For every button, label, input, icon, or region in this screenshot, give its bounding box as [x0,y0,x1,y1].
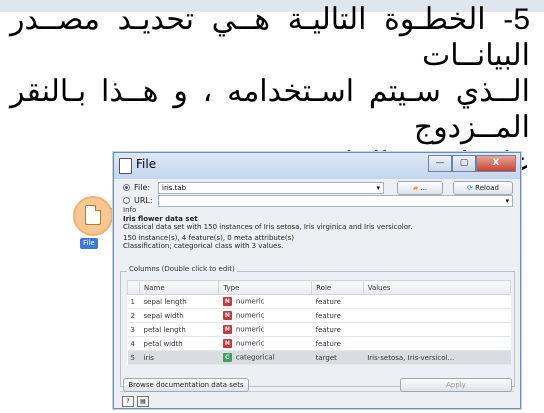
file-label: File: [134,183,151,192]
reload-button[interactable]: ⟳ Reload [453,181,513,195]
heading-line-1: 5- الخطـوة التاليـة هــي تحديـد مصــدر ا… [10,3,530,72]
table-row[interactable]: 5 iris Ccategorical target Iris-setosa, Iris… [127,350,511,365]
browse-documentation-button[interactable]: Browse documentation data sets [123,378,249,392]
maximize-button[interactable]: ▢ [452,155,476,172]
file-path-combo[interactable]: iris.tab ▾ [158,182,384,194]
column-values[interactable]: Iris-setosa, Iris-versicol... [363,350,511,365]
column-type-label: categorical [235,353,275,362]
column-name[interactable]: petal width [139,336,219,351]
file-app-icon [119,158,132,174]
dataset-stats: 150 instance(s), 4 feature(s), 0 meta at… [123,234,295,242]
file-path-value: iris.tab [162,184,187,192]
reload-icon: ⟳ [467,184,473,192]
table-row[interactable]: 3 petal length Nnumeric feature [127,322,511,337]
dataset-description: Classical data set with 150 instances of… [123,223,413,231]
dataset-class: Classification; categorical class with 3… [123,242,284,250]
numeric-type-icon: N [222,297,232,306]
column-header-role[interactable]: Role [311,280,364,295]
file-radio[interactable] [123,184,130,191]
columns-table: Name Type Role Values 1 sepal length Nnume… [127,280,512,365]
row-index: 1 [127,294,140,309]
file-widget-node[interactable] [73,196,113,236]
column-name[interactable]: sepal width [139,308,219,323]
folder-icon: ▰ [412,184,419,192]
row-index: 2 [127,308,140,323]
column-name[interactable]: iris [139,350,219,365]
chevron-down-icon: ▾ [376,184,380,192]
column-header-values[interactable]: Values [362,280,512,295]
column-values[interactable] [363,322,511,337]
column-role[interactable]: feature [311,322,364,337]
numeric-type-icon: N [222,311,232,320]
url-label: URL: [134,196,153,205]
column-header-index [127,280,140,295]
minimize-button[interactable]: — [428,155,452,172]
column-type[interactable]: Nnumeric [218,336,312,351]
help-icon[interactable]: ? [122,396,134,407]
row-index: 5 [127,350,140,365]
column-type-label: numeric [235,311,265,320]
apply-button[interactable]: Apply [400,378,512,392]
url-radio[interactable] [123,197,130,204]
heading-line-2: الــذي سـيتم اسـتخدامه ، و هــذا بـالنقر… [10,75,530,144]
status-bar: ? ▤ [122,396,149,407]
report-icon[interactable]: ▤ [137,396,149,407]
column-name[interactable]: petal length [139,322,219,337]
info-panel: Iris flower data set Classical data set … [123,215,513,250]
browse-file-button[interactable]: ▰ ... [397,181,443,195]
info-legend: Info [123,206,137,214]
column-role[interactable]: feature [311,294,364,309]
column-values[interactable] [363,308,511,323]
titlebar: File — ▢ X [114,153,520,179]
column-type-label: numeric [235,325,265,334]
column-header-name[interactable]: Name [138,280,220,295]
column-role[interactable]: target [311,350,364,365]
column-type-label: numeric [235,297,265,306]
file-icon [85,205,101,225]
column-name[interactable]: sepal length [139,294,219,309]
chevron-down-icon: ▾ [505,197,509,205]
column-role[interactable]: feature [311,308,364,323]
file-dialog: File — ▢ X File: iris.tab ▾ ▰ ... ⟳ Relo… [113,152,521,409]
column-role[interactable]: feature [311,336,364,351]
close-button[interactable]: X [476,155,516,172]
column-values[interactable] [363,336,511,351]
dataset-title: Iris flower data set [123,215,198,223]
row-index: 3 [127,322,140,337]
row-index: 4 [127,336,140,351]
numeric-type-icon: N [222,339,232,348]
column-type[interactable]: Nnumeric [218,322,312,337]
columns-legend: Columns (Double click to edit) [127,265,237,273]
numeric-type-icon: N [222,325,232,334]
reload-label: Reload [475,184,499,192]
column-header-type[interactable]: Type [218,280,313,295]
window-controls: — ▢ X [428,155,516,172]
table-row[interactable]: 1 sepal length Nnumeric feature [127,294,511,309]
column-type[interactable]: Nnumeric [218,294,312,309]
table-row[interactable]: 2 sepal width Nnumeric feature [127,308,511,323]
file-widget-label: File [80,238,98,249]
table-row[interactable]: 4 petal width Nnumeric feature [127,336,511,351]
column-values[interactable] [363,294,511,309]
column-type-label: numeric [235,339,265,348]
window-title: File [136,157,157,171]
browse-file-label: ... [420,184,428,192]
url-input[interactable]: ▾ [158,195,513,207]
column-type[interactable]: Ccategorical [218,350,312,365]
categorical-type-icon: C [222,353,232,362]
column-type[interactable]: Nnumeric [218,308,312,323]
